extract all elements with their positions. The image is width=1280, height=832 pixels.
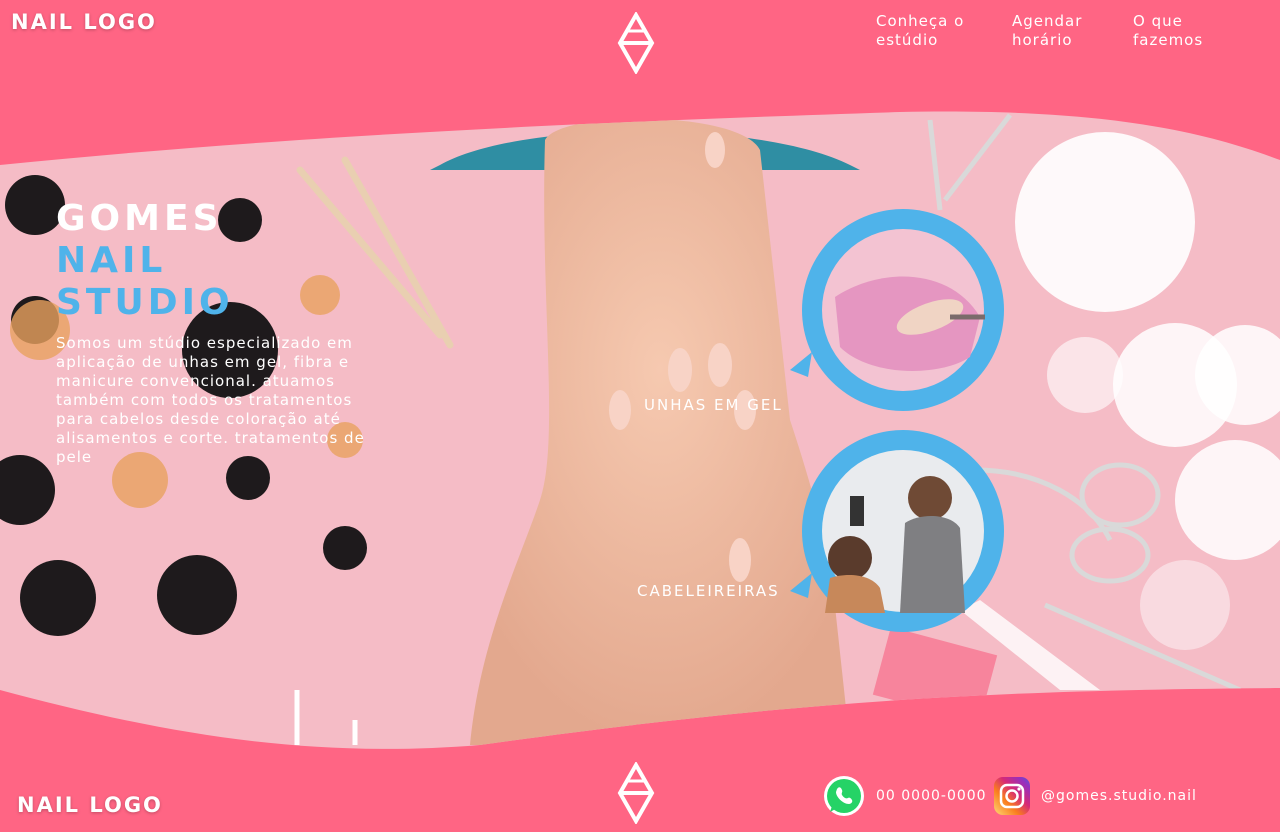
diamond-emblem-icon <box>617 760 655 828</box>
contact-instagram[interactable]: @gomes.studio.nail <box>993 776 1197 816</box>
instagram-icon <box>994 777 1030 815</box>
footer-logo[interactable]: NAIL LOGO <box>17 793 163 817</box>
contact-phone[interactable]: 00 0000-0000 <box>822 774 987 818</box>
studio-description: Somos um stúdio especializado em aplicaç… <box>56 334 365 466</box>
page-title: GOMES NAIL STUDIO <box>56 198 234 324</box>
service-label-unhas[interactable]: UNHAS EM GEL <box>644 396 783 414</box>
title-line-studio: STUDIO <box>56 282 234 323</box>
instagram-handle: @gomes.studio.nail <box>1041 788 1197 804</box>
service-label-cabeleireiras[interactable]: CABELEIREIRAS <box>637 582 780 600</box>
title-line-gomes: GOMES <box>56 198 223 239</box>
service-bubble-cabeleireiras[interactable] <box>790 428 1005 637</box>
phone-number: 00 0000-0000 <box>876 788 987 804</box>
diamond-emblem-icon <box>617 10 655 78</box>
nav-item-estudio[interactable]: Conheça o estúdio <box>876 12 986 50</box>
nav-item-agendar[interactable]: Agendar horário <box>1012 12 1102 50</box>
header-logo[interactable]: NAIL LOGO <box>11 10 157 34</box>
service-bubble-unhas[interactable] <box>790 207 1005 416</box>
nav-item-servicos[interactable]: O que fazemos <box>1133 12 1223 50</box>
title-line-nail: NAIL <box>56 240 167 281</box>
whatsapp-icon <box>824 776 864 816</box>
